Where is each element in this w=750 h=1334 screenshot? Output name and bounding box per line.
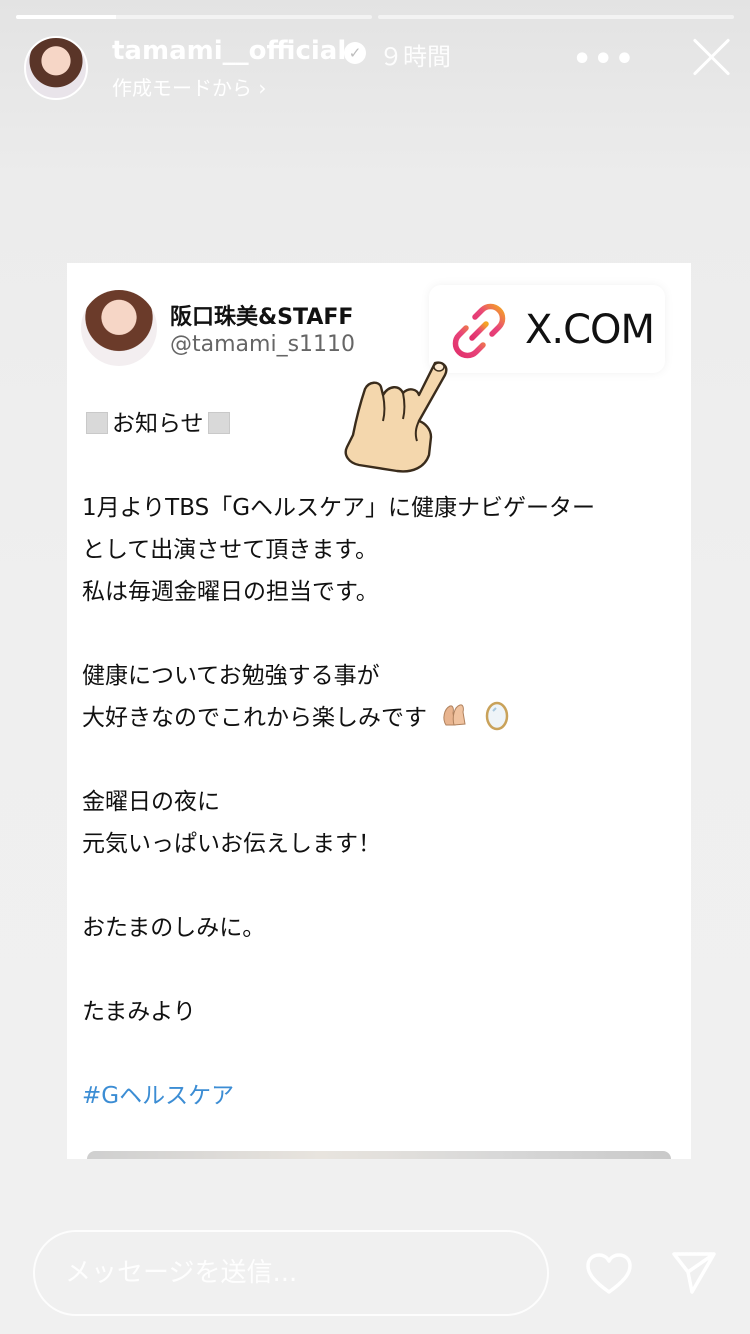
body-line: 1月よりTBS「Gヘルスケア」に健康ナビゲーター [82,495,596,521]
post-time: ９時間 [379,43,451,71]
body-line: たまみより [82,999,196,1025]
clapping-hands-icon [443,704,466,726]
notice-label: お知らせ [112,411,204,437]
body-line: 大好きなのでこれから楽しみです [82,705,427,731]
link-sticker-label: X.COM [525,307,655,353]
card-display-name: 阪口珠美&STAFF [170,305,354,330]
square-emoji-icon [207,412,230,434]
body-line: 私は毎週金曜日の担当です。 [82,579,379,605]
attached-photo [87,1151,671,1159]
post-body: お知らせ 1月よりTBS「Gヘルスケア」に健康ナビゲーター として出演させて頂き… [82,403,682,1117]
creation-mode-link[interactable]: 作成モードから › [112,72,266,101]
message-composer[interactable] [33,1230,549,1316]
hashtag-link[interactable]: #Gヘルスケア [82,1075,682,1117]
story-progress-bar [16,15,734,19]
mirror-icon [485,701,508,731]
card-handle: @tamami_s1110 [170,332,356,357]
message-input[interactable] [65,1250,525,1296]
body-line: として出演させて頂きます。 [82,537,379,563]
more-options-button[interactable]: ••• [572,42,636,77]
verified-badge-icon: ✓ [344,42,366,64]
body-line: 金曜日の夜に [82,789,220,815]
body-line: 健康についてお勉強する事が [82,663,380,689]
square-emoji-icon [86,412,108,434]
story-header: tamami__official ✓ ９時間 作成モードから › ••• [24,34,734,104]
link-icon [452,303,506,359]
heart-icon[interactable] [585,1252,633,1296]
send-icon[interactable] [670,1250,718,1296]
progress-segment-2 [378,15,734,19]
link-sticker[interactable]: X.COM [429,285,665,373]
progress-segment-1 [16,15,372,19]
post-card: 阪口珠美&STAFF @tamami_s1110 X.COM お知らせ 1月より… [67,263,691,1159]
username[interactable]: tamami__official [112,36,346,66]
body-line: おたまのしみに。 [82,915,266,941]
body-line: 元気いっぱいお伝えします！ [82,831,381,857]
notice-line: お知らせ [82,403,682,445]
close-icon[interactable] [690,34,734,78]
profile-avatar[interactable] [24,36,88,100]
card-avatar [81,290,157,366]
body-line-with-emoji: 大好きなのでこれから楽しみです [82,697,682,739]
